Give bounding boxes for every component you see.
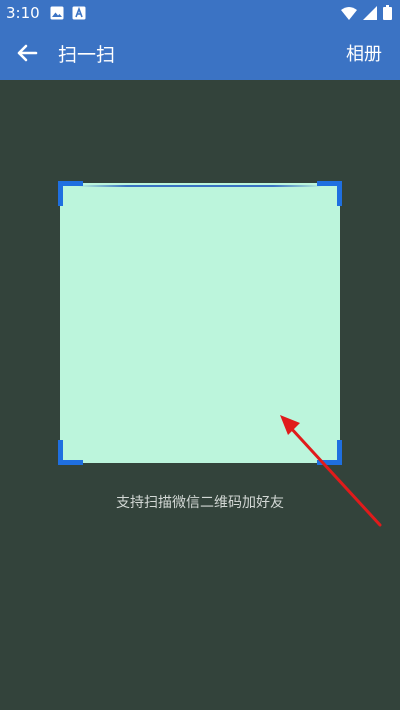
status-time: 3:10 <box>6 4 40 22</box>
corner-top-right <box>317 181 342 206</box>
app-header: 3:10 扫一扫 相册 <box>0 0 400 80</box>
red-arrow-annotation <box>280 415 382 527</box>
page-title: 扫一扫 <box>58 44 116 66</box>
wifi-icon <box>341 6 357 20</box>
status-left-icons <box>50 6 86 20</box>
corner-bottom-left <box>58 440 83 465</box>
signal-icon <box>363 5 377 20</box>
scan-line <box>78 185 322 187</box>
status-bar: 3:10 <box>0 0 400 26</box>
status-right-icons <box>341 5 392 20</box>
back-button[interactable] <box>12 38 42 68</box>
battery-icon <box>383 5 392 20</box>
app-a-icon <box>72 6 86 20</box>
arrow-left-icon <box>17 44 38 62</box>
corner-top-left <box>58 181 83 206</box>
toolbar: 扫一扫 相册 <box>0 26 400 80</box>
image-icon <box>50 6 64 20</box>
album-button[interactable]: 相册 <box>346 40 382 66</box>
